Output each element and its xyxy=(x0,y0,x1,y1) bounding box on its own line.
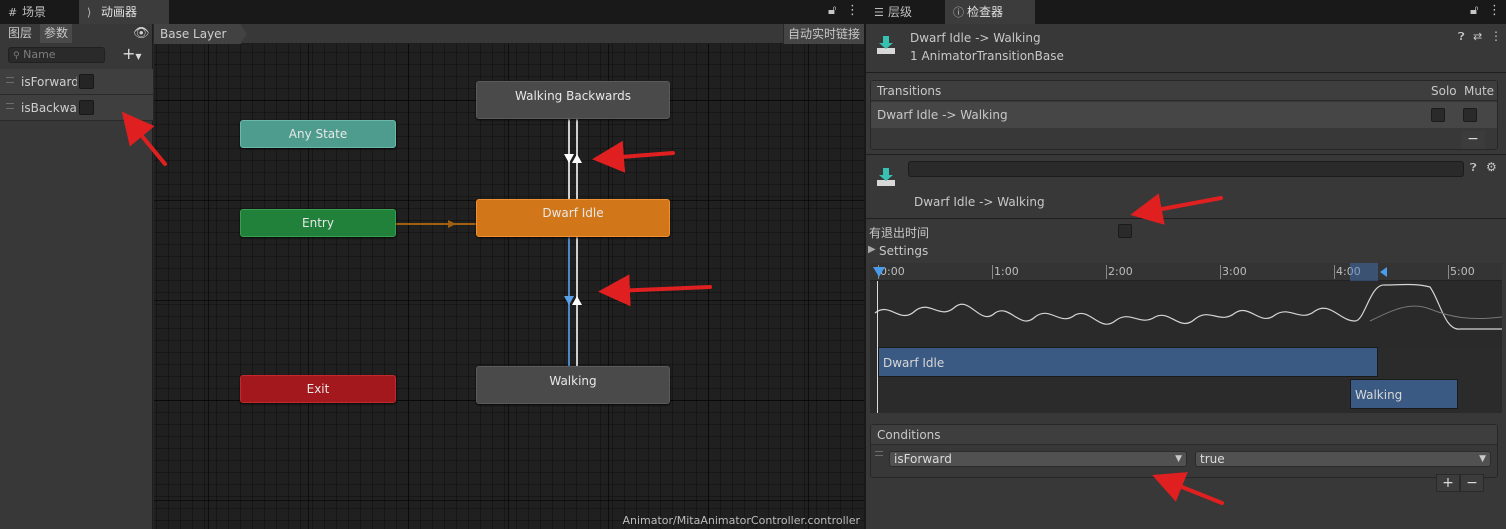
divider xyxy=(866,72,1506,73)
chevron-down-icon: ▼ xyxy=(1479,454,1486,464)
state-node-any-state[interactable]: Any State xyxy=(240,120,396,148)
transition-row[interactable]: Dwarf Idle -> Walking xyxy=(871,102,1497,128)
animator-window: # 场景 ⟩ 动画器 🔓︎ ⋮ 图层 参数 👁︎ ⚲ Name +▼ isForwa… xyxy=(0,0,864,529)
param-checkbox[interactable] xyxy=(79,100,94,115)
drag-handle-icon[interactable] xyxy=(6,103,14,109)
exit-time-marker-icon[interactable] xyxy=(1380,267,1387,277)
tab-layers[interactable]: 图层 xyxy=(4,24,36,43)
expand-arrow-icon[interactable]: ▶ xyxy=(868,244,876,255)
settings-foldout[interactable]: Settings xyxy=(879,244,928,258)
conditions-header: Conditions xyxy=(877,428,941,442)
kebab-menu-icon[interactable]: ⋮ xyxy=(1488,3,1501,18)
eye-icon[interactable]: 👁︎ xyxy=(133,26,150,41)
mute-label: Mute xyxy=(1464,84,1495,98)
inspector-window: ☰ 层级 ⓘ 检查器 🔓︎ ⋮ Dwarf Idle -> Walking 1 An… xyxy=(866,0,1506,529)
auto-live-link-button[interactable]: 自动实时链接 xyxy=(782,24,864,44)
transition-arrow-icon xyxy=(572,154,582,163)
divider xyxy=(866,218,1506,219)
parameters-panel: 图层 参数 👁︎ ⚲ Name +▼ isForward isBackward xyxy=(0,24,153,529)
kebab-menu-icon[interactable]: ⋮ xyxy=(1490,29,1502,43)
playhead-marker-icon[interactable] xyxy=(873,267,885,277)
state-machine-graph[interactable]: Walking Backwards Any State Entry Dwarf … xyxy=(154,44,864,529)
kebab-menu-icon[interactable]: ⋮ xyxy=(846,3,859,18)
lock-icon[interactable]: 🔓︎ xyxy=(1470,3,1478,18)
search-input[interactable]: ⚲ Name xyxy=(8,47,105,63)
help-icon[interactable]: ❓︎ xyxy=(1458,30,1465,44)
tab-inspector[interactable]: ⓘ 检查器 xyxy=(945,0,1035,24)
unity-editor: # 场景 ⟩ 动画器 🔓︎ ⋮ 图层 参数 👁︎ ⚲ Name +▼ isForwa… xyxy=(0,0,1506,529)
gear-icon[interactable]: ⚙ xyxy=(1486,160,1497,174)
transition-icon xyxy=(876,166,896,188)
state-node-walking[interactable]: Walking xyxy=(476,366,670,404)
hierarchy-icon: ☰ xyxy=(874,6,884,19)
chevron-down-icon: ▼ xyxy=(1175,454,1182,464)
transition-arrow-icon xyxy=(572,296,582,305)
transition-arrow-icon xyxy=(564,296,574,305)
tick-label: 2:00 xyxy=(1106,265,1133,279)
divider xyxy=(866,154,1506,155)
transition-row-label: Dwarf Idle -> Walking xyxy=(877,108,1008,122)
param-name: isBackward xyxy=(21,101,77,115)
state-node-entry[interactable]: Entry xyxy=(240,209,396,237)
condition-parameter-dropdown[interactable]: isForward ▼ xyxy=(889,451,1187,467)
tick-label: 5:00 xyxy=(1448,265,1475,279)
timeline-bar-destination[interactable]: Walking xyxy=(1350,379,1458,409)
condition-value-dropdown[interactable]: true ▼ xyxy=(1195,451,1491,467)
tab-animator[interactable]: ⟩ 动画器 xyxy=(79,0,169,24)
tick-label: 3:00 xyxy=(1220,265,1247,279)
transition-arrow-icon xyxy=(564,154,574,163)
info-icon: ⓘ xyxy=(953,6,964,19)
remove-condition-button[interactable]: − xyxy=(1460,474,1484,492)
param-row[interactable]: isForward xyxy=(0,69,153,95)
conditions-list: Conditions isForward ▼ true ▼ xyxy=(870,424,1498,478)
transitions-header: Transitions xyxy=(877,84,942,98)
preset-icon[interactable]: ⇄ xyxy=(1473,30,1482,43)
inspector-subtitle: 1 AnimatorTransitionBase xyxy=(910,49,1064,63)
right-tab-bar: ☰ 层级 ⓘ 检查器 🔓︎ ⋮ xyxy=(866,0,1506,24)
transition-timeline[interactable]: 0:00 1:00 2:00 3:00 4:00 5:00 Dwarf Idle… xyxy=(870,263,1502,413)
transition-detail-label: Dwarf Idle -> Walking xyxy=(914,195,1045,209)
timeline-ruler: 0:00 1:00 2:00 3:00 4:00 5:00 xyxy=(870,263,1502,281)
timeline-curve-area xyxy=(870,281,1502,347)
param-checkbox[interactable] xyxy=(79,74,94,89)
tab-scene[interactable]: # 场景 xyxy=(0,0,78,24)
has-exit-time-label: 有退出时间 xyxy=(869,226,930,240)
motion-curve xyxy=(874,283,1502,330)
animator-icon: ⟩ xyxy=(87,6,92,19)
timeline-bar-source[interactable]: Dwarf Idle xyxy=(878,347,1378,377)
left-tab-bar: # 场景 ⟩ 动画器 🔓︎ ⋮ xyxy=(0,0,864,24)
solo-label: Solo xyxy=(1431,84,1457,98)
param-name: isForward xyxy=(21,75,77,89)
solo-checkbox[interactable] xyxy=(1431,108,1445,122)
has-exit-time-checkbox[interactable] xyxy=(1118,224,1132,238)
search-icon: ⚲ xyxy=(13,51,20,61)
transition-arrow-icon xyxy=(448,220,456,228)
add-parameter-button[interactable]: +▼ xyxy=(122,44,142,63)
controller-path-label: Animator/MitaAnimatorController.controll… xyxy=(622,514,860,527)
transition-icon xyxy=(876,34,896,56)
drag-handle-icon[interactable] xyxy=(875,451,883,456)
mute-checkbox[interactable] xyxy=(1463,108,1477,122)
grid-icon: # xyxy=(8,6,18,19)
drag-handle-icon[interactable] xyxy=(6,77,14,83)
add-condition-button[interactable]: + xyxy=(1436,474,1460,492)
remove-transition-button[interactable]: − xyxy=(1461,131,1485,149)
transitions-list: Transitions Solo Mute Dwarf Idle -> Walk… xyxy=(870,80,1498,150)
state-node-exit[interactable]: Exit xyxy=(240,375,396,403)
param-row[interactable]: isBackward xyxy=(0,95,153,121)
chevron-down-icon: ▼ xyxy=(135,52,142,61)
state-node-walking-backwards[interactable]: Walking Backwards xyxy=(476,81,670,119)
transition-name-field[interactable] xyxy=(908,161,1464,177)
state-node-dwarf-idle[interactable]: Dwarf Idle xyxy=(476,199,670,237)
breadcrumb[interactable]: Base Layer xyxy=(154,24,246,44)
help-icon[interactable]: ❓︎ xyxy=(1470,161,1477,175)
inspector-title: Dwarf Idle -> Walking xyxy=(910,31,1041,45)
tab-parameters[interactable]: 参数 xyxy=(40,24,73,43)
lock-icon[interactable]: 🔓︎ xyxy=(828,3,836,18)
tab-hierarchy[interactable]: ☰ 层级 xyxy=(866,0,944,24)
graph-toolbar: Base Layer 自动实时链接 xyxy=(154,24,864,44)
tick-label: 1:00 xyxy=(992,265,1019,279)
